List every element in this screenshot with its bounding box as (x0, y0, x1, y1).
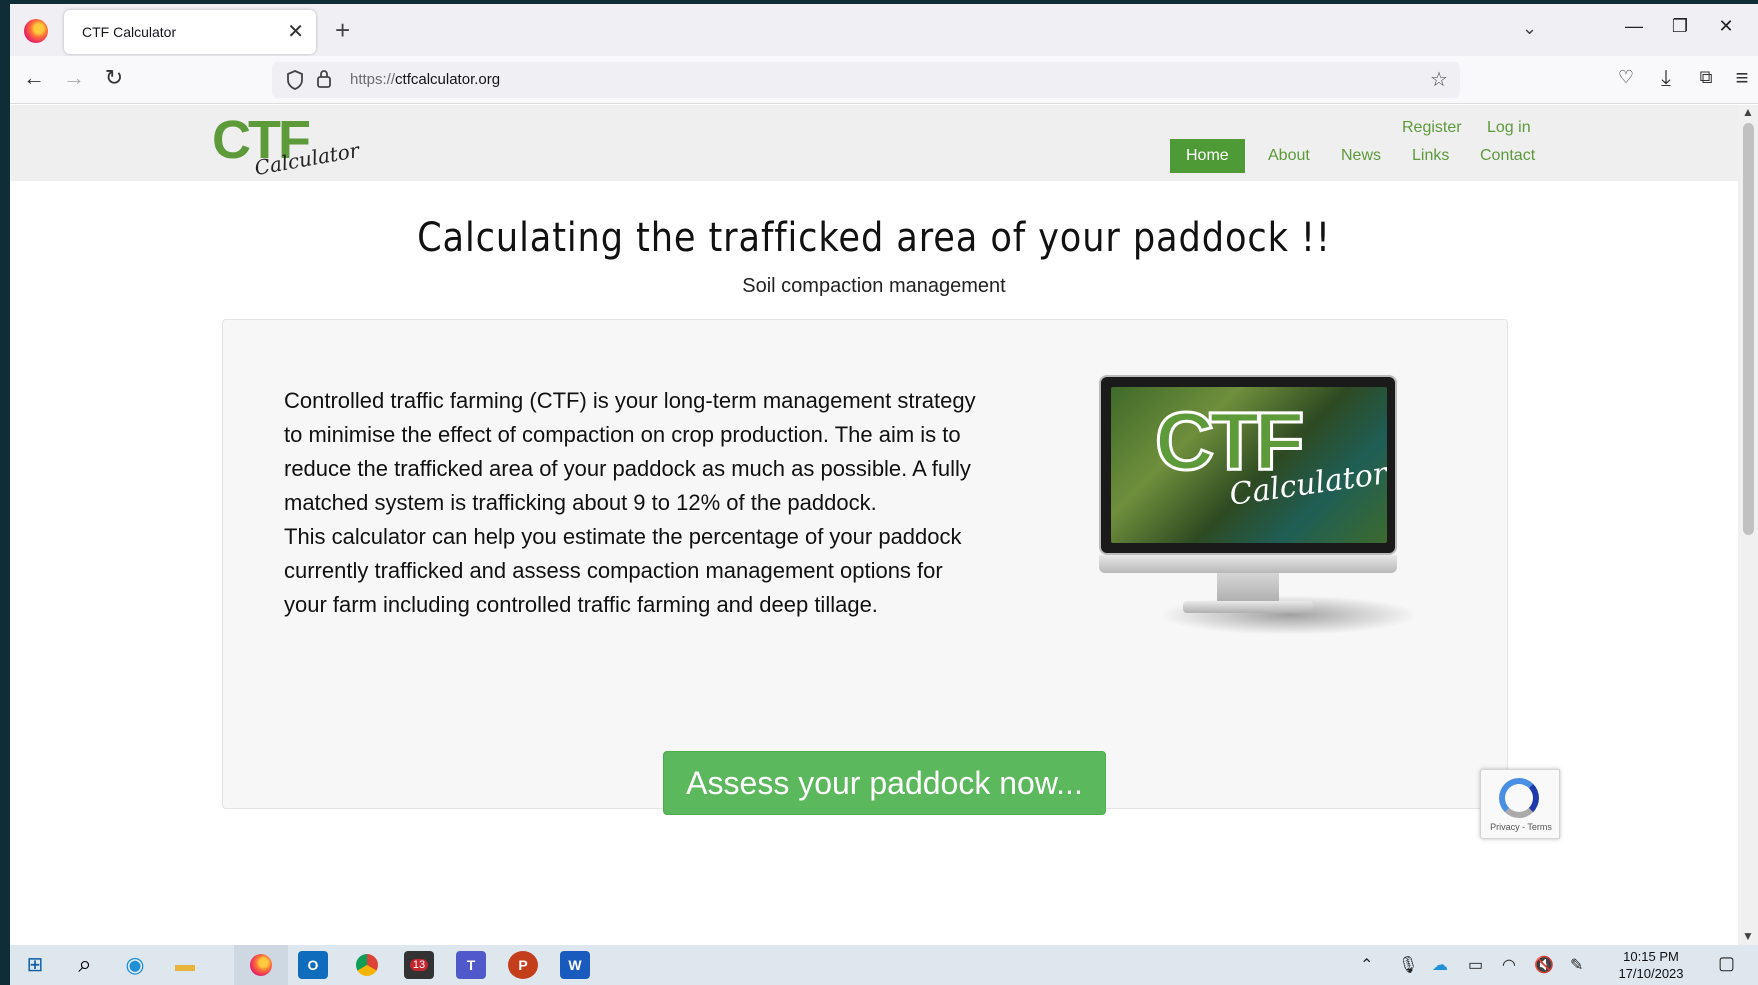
page-subtitle: Soil compaction management (742, 275, 1006, 297)
restore-icon[interactable]: ❐ (1660, 16, 1700, 37)
tab-title: CTF Calculator (82, 24, 177, 40)
web-page: CTF Calculator Register Log in Home Abou… (10, 105, 1738, 945)
forward-icon[interactable]: → (58, 65, 90, 91)
reload-icon[interactable]: ↻ (98, 65, 130, 91)
nav-about[interactable]: About (1252, 139, 1326, 173)
scroll-up-arrow-icon[interactable]: ▲ (1742, 105, 1754, 119)
close-tab-icon[interactable]: ✕ (287, 19, 304, 44)
file-explorer-icon[interactable]: ▬ (170, 951, 200, 979)
url-protocol: https:// (350, 71, 396, 88)
intro-card: Controlled traffic farming (CTF) is your… (222, 319, 1508, 815)
monitor-image: CTF Calculator (1099, 375, 1419, 635)
search-icon[interactable]: ⌕ (70, 951, 100, 979)
battery-icon[interactable]: ▭ (1468, 955, 1483, 975)
scroll-down-arrow-icon[interactable]: ▼ (1742, 929, 1754, 943)
lock-icon[interactable] (316, 69, 332, 89)
extensions-icon[interactable]: ⧉ (1690, 67, 1722, 88)
assess-paddock-button[interactable]: Assess your paddock now... (663, 751, 1106, 815)
site-header: CTF Calculator Register Log in Home Abou… (10, 105, 1738, 181)
bookmark-star-icon[interactable]: ☆ (1430, 67, 1448, 92)
intro-paragraph-2: This calculator can help you estimate th… (284, 524, 962, 617)
microphone-icon[interactable]: 🎙 (1398, 955, 1418, 975)
screen: CTF Calculator ✕ + ⌄ — ❐ ✕ ← → ↻ https:/… (10, 4, 1758, 985)
monitor-screen: CTF Calculator (1099, 375, 1397, 555)
teams-badge-icon[interactable]: 13 (404, 951, 434, 979)
clock-time: 10:15 PM (1623, 949, 1679, 964)
windows-start-icon[interactable]: ⊞ (20, 951, 50, 979)
minimize-icon[interactable]: — (1614, 16, 1654, 37)
intro-paragraph-1: Controlled traffic farming (CTF) is your… (284, 388, 976, 515)
intro-text: Controlled traffic farming (CTF) is your… (284, 384, 984, 622)
notification-badge: 13 (409, 959, 429, 971)
new-tab-button[interactable]: + (335, 17, 350, 43)
monitor-base (1183, 601, 1313, 613)
clock-date: 17/10/2023 (1618, 966, 1684, 981)
close-window-icon[interactable]: ✕ (1706, 16, 1746, 37)
firefox-icon[interactable] (246, 951, 276, 979)
download-icon[interactable]: ⤓ (1650, 65, 1682, 91)
shield-icon[interactable] (286, 70, 304, 90)
nav-home[interactable]: Home (1170, 139, 1245, 173)
nav-links[interactable]: Links (1396, 139, 1465, 173)
url-host: ctfcalculator.org (395, 71, 501, 88)
edge-icon[interactable]: ◉ (120, 951, 150, 979)
browser-tab[interactable]: CTF Calculator ✕ (64, 10, 316, 54)
word-icon[interactable]: W (560, 951, 590, 979)
pocket-icon[interactable]: ♡ (1610, 67, 1642, 88)
tractor-photo: CTF Calculator (1111, 387, 1387, 543)
recaptcha-icon (1499, 778, 1539, 818)
show-hidden-icons-icon[interactable]: ⌃ (1360, 955, 1373, 975)
site-logo[interactable]: CTF Calculator (212, 113, 361, 180)
windows-taskbar: ⊞ ⌕ ◉ ▬ O 13 T P W ⌃ 🎙 ☁ ▭ ◠ 🔇 ✎ 10:15 P… (10, 945, 1758, 985)
wifi-icon[interactable]: ◠ (1502, 955, 1516, 975)
back-icon[interactable]: ← (18, 65, 50, 91)
login-link[interactable]: Log in (1487, 119, 1531, 137)
navigation-toolbar: ← → ↻ https://ctfcalculator.org ☆ ♡ ⤓ ⧉ … (10, 56, 1758, 104)
url-bar[interactable]: https://ctfcalculator.org ☆ (272, 62, 1460, 98)
monitor-bezel (1099, 555, 1397, 573)
notifications-icon[interactable]: ▢ (1718, 953, 1735, 974)
outlook-icon[interactable]: O (298, 951, 328, 979)
firefox-icon (24, 19, 48, 43)
page-scrollbar[interactable]: ▲ ▼ (1738, 105, 1758, 945)
chrome-icon[interactable] (352, 951, 382, 979)
menu-icon[interactable]: ≡ (1726, 65, 1758, 91)
onedrive-icon[interactable]: ☁ (1432, 955, 1448, 975)
page-title: Calculating the trafficked area of your … (417, 215, 1331, 261)
system-clock[interactable]: 10:15 PM 17/10/2023 (1610, 948, 1692, 982)
volume-muted-icon[interactable]: 🔇 (1534, 955, 1554, 975)
tab-bar: CTF Calculator ✕ + ⌄ — ❐ ✕ (10, 4, 1758, 56)
url-text[interactable]: https://ctfcalculator.org (350, 71, 500, 88)
scroll-thumb[interactable] (1743, 123, 1754, 535)
list-all-tabs-icon[interactable]: ⌄ (1522, 18, 1537, 39)
powerpoint-icon[interactable]: P (508, 951, 538, 979)
nav-contact[interactable]: Contact (1464, 139, 1551, 173)
recaptcha-badge[interactable]: Privacy - Terms (1480, 769, 1560, 839)
register-link[interactable]: Register (1402, 119, 1462, 137)
nav-news[interactable]: News (1325, 139, 1397, 173)
teams-icon[interactable]: T (456, 951, 486, 979)
recaptcha-privacy-terms[interactable]: Privacy - Terms (1481, 822, 1561, 832)
pen-icon[interactable]: ✎ (1570, 955, 1583, 975)
